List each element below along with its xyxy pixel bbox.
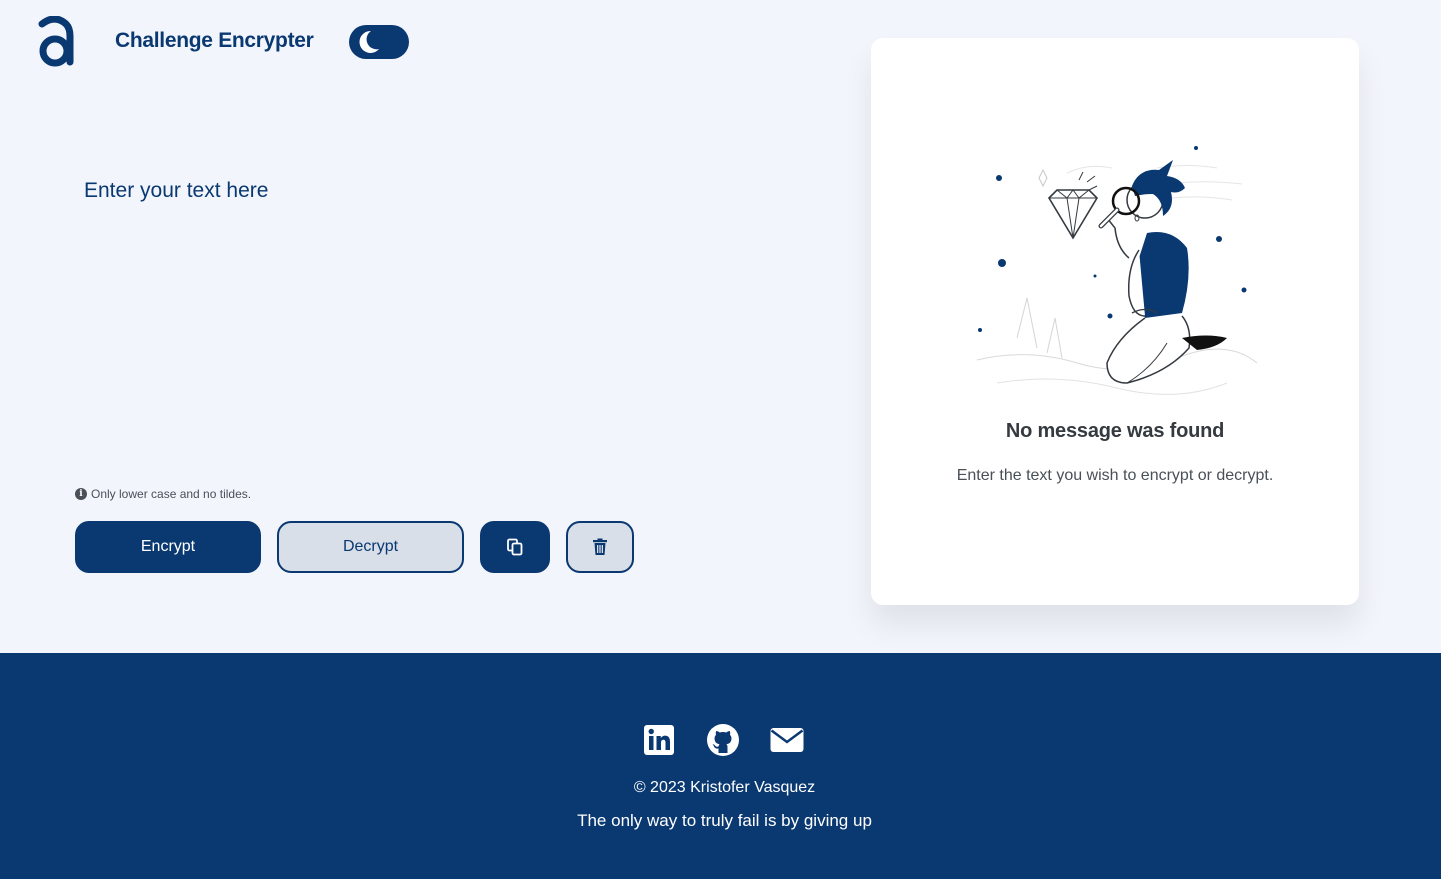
footer: © 2023 Kristofer Vasquez The only way to… (0, 653, 1441, 879)
linkedin-link[interactable] (642, 723, 676, 757)
hint-text: Only lower case and no tildes. (91, 487, 252, 501)
github-link[interactable] (706, 723, 740, 757)
person-with-magnifier-illustration (976, 146, 1258, 395)
header: Challenge Encrypter (0, 0, 840, 90)
decrypt-button[interactable]: Decrypt (277, 521, 464, 573)
theme-toggle[interactable] (349, 25, 409, 59)
result-title: No message was found (1005, 420, 1225, 442)
trash-icon (593, 538, 607, 555)
result-text: Enter the text you wish to encrypt or de… (956, 467, 1274, 484)
linkedin-icon (644, 725, 674, 755)
footer-quote: The only way to truly fail is by giving … (577, 811, 872, 830)
clear-button[interactable] (566, 521, 634, 573)
email-icon (770, 728, 804, 752)
copyright: © 2023 Kristofer Vasquez (633, 779, 816, 796)
text-input[interactable] (84, 176, 784, 456)
copy-icon (507, 538, 523, 556)
result-card: No message was found Enter the text you … (871, 38, 1359, 605)
app-title: Challenge Encrypter (115, 29, 314, 52)
input-hint: i Only lower case and no tildes. (75, 487, 251, 501)
encrypt-button[interactable]: Encrypt (75, 521, 261, 573)
github-icon (707, 724, 739, 756)
email-link[interactable] (770, 723, 804, 757)
social-links (0, 723, 1441, 757)
info-icon: i (75, 488, 87, 500)
moon-icon (359, 30, 379, 53)
copy-button[interactable] (480, 521, 550, 573)
alura-a-logo[interactable] (36, 16, 74, 68)
